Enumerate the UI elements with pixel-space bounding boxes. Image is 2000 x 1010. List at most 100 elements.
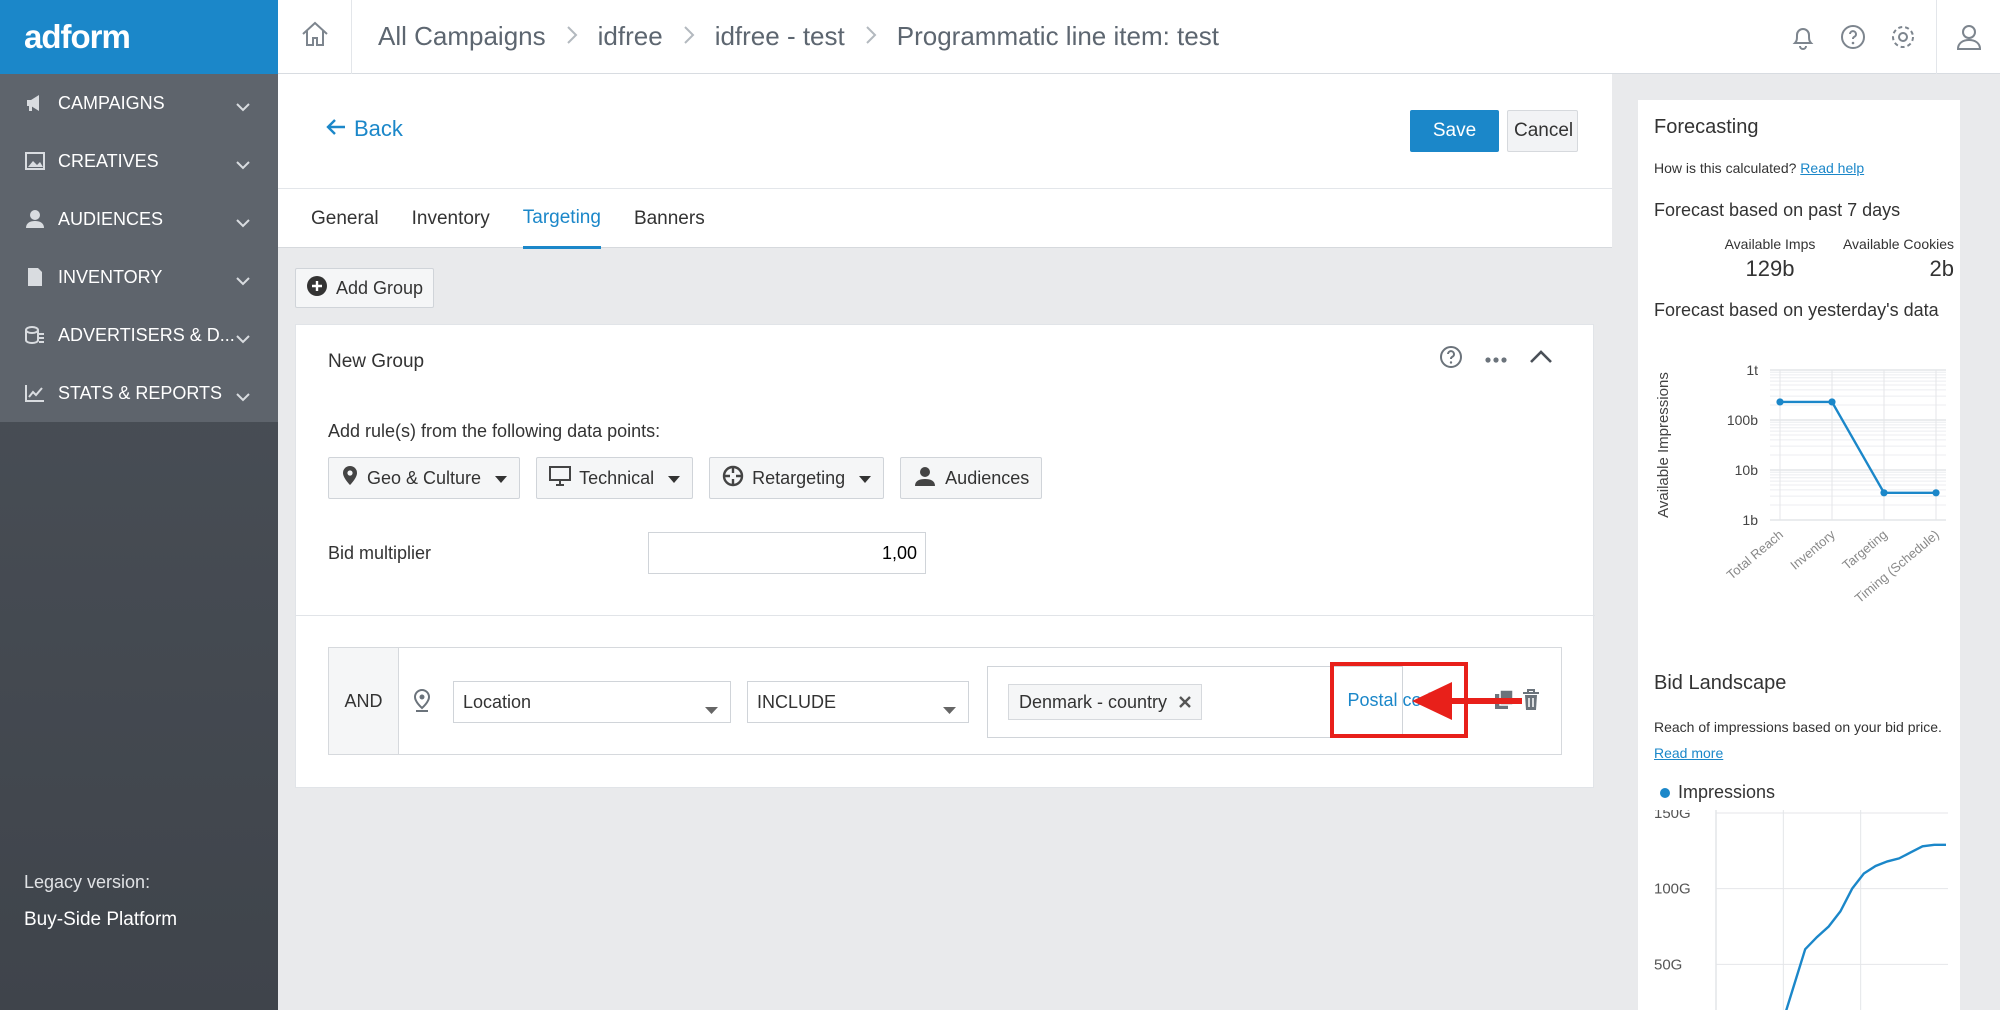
rule-field-value: Location [463,691,532,712]
read-help-link[interactable]: Read help [1800,160,1864,176]
data-point [1880,489,1888,497]
chevron-right-icon [683,21,695,52]
help-icon[interactable] [1439,345,1463,374]
tab-general[interactable]: General [311,189,379,249]
group-actions [1439,345,1553,374]
add-group-button[interactable]: Add Group [295,268,435,308]
rule-field-select[interactable]: Location [453,681,731,723]
tab-banners[interactable]: Banners [634,189,705,249]
gear-icon[interactable] [1878,0,1928,74]
caret-down-icon [705,699,718,720]
breadcrumb-advertiser[interactable]: idfree [598,21,663,52]
legend-dot [1660,787,1670,798]
sidebar-item-creatives[interactable]: CREATIVES [0,132,278,190]
rule-mode-value: INCLUDE [757,691,837,712]
arrow-left-icon [326,116,346,142]
bid-multiplier-input[interactable] [648,532,926,574]
document-icon [24,266,46,288]
rules-prompt: Add rule(s) from the following data poin… [328,421,661,441]
x-tick-label: Total Reach [1724,527,1786,583]
audiences-button[interactable]: Audiences [900,457,1043,499]
sidebar-nav: CAMPAIGNS CREATIVES AUDIENCES INVENTORY … [0,74,278,422]
help-icon[interactable] [1828,0,1878,74]
back-link[interactable]: Back [326,116,403,142]
bid-landscape-text: Reach of impressions based on your bid p… [1654,719,1942,735]
sidebar-item-campaigns[interactable]: CAMPAIGNS [0,74,278,132]
tab-inventory[interactable]: Inventory [412,189,490,249]
bid-landscape-title: Bid Landscape [1654,672,1787,694]
bid-landscape-desc: Reach of impressions based on your bid p… [1654,714,1954,766]
y-tick-label: 100b [1727,412,1758,428]
monitor-icon [549,465,572,491]
location-pin-icon [341,465,359,492]
breadcrumb-campaign[interactable]: idfree - test [715,21,845,52]
bid-landscape-chart: 50G 100G 150G [1654,810,1948,1010]
rule-mode-select[interactable]: INCLUDE [747,681,969,723]
sidebar-item-inventory[interactable]: INVENTORY [0,248,278,306]
sidebar-item-audiences[interactable]: AUDIENCES [0,190,278,248]
more-options-icon[interactable] [1485,351,1507,369]
cookies-value: 2b [1929,256,1954,281]
y-tick-label: 100G [1654,881,1691,898]
user-icon[interactable] [1936,0,2000,74]
targeting-group: New Group Add rule(s) from the following… [295,324,1595,788]
data-point-label: Audiences [945,467,1030,488]
chevron-down-icon [236,328,250,349]
crosshair-icon [722,465,744,492]
adform-logo[interactable]: adform [0,0,278,74]
sidebar-item-label: CAMPAIGNS [58,92,165,113]
divider [296,615,1595,616]
group-title: New Group [328,351,425,372]
data-point-label: Geo & Culture [367,467,482,488]
y-tick-label: 50G [1654,956,1682,973]
technical-dropdown[interactable]: Technical [536,457,694,499]
forecasting-how: How is this calculated? Read help [1654,160,1864,176]
data-point-label: Retargeting [752,467,846,488]
retargeting-dropdown[interactable]: Retargeting [709,457,885,499]
y-tick-label: 1b [1742,512,1758,528]
chevron-down-icon [236,270,250,291]
sidebar-item-stats-reports[interactable]: STATS & REPORTS [0,364,278,422]
home-button[interactable] [278,0,352,74]
imps-value: 129b [1745,256,1795,281]
forecasting-title: Forecasting [1654,116,1759,138]
sidebar-item-label: ADVERTISERS & D... [58,324,235,345]
read-more-link[interactable]: Read more [1654,745,1723,761]
geo-culture-dropdown[interactable]: Geo & Culture [328,457,521,499]
top-bar: All Campaigns idfree idfree - test Progr… [278,0,2000,74]
y-tick-label: 10b [1735,462,1759,478]
data-point [1828,398,1836,406]
bid-multiplier-label: Bid multiplier [328,543,432,563]
targeting-rule: AND Location INCLUDE Denmark - country P… [328,647,1562,755]
how-text: How is this calculated? [1654,160,1797,176]
forecast-yesterday-label: Forecast based on yesterday's data [1654,300,1939,320]
breadcrumb-all-campaigns[interactable]: All Campaigns [378,21,546,52]
sidebar-item-label: INVENTORY [58,266,163,287]
plus-circle-icon [306,275,328,302]
legacy-platform-link[interactable]: Buy-Side Platform [24,909,177,931]
series-line [1780,400,1936,494]
chevron-right-icon [865,21,877,52]
legacy-label: Legacy version: [24,872,151,892]
sidebar-item-label: STATS & REPORTS [58,382,223,403]
top-bar-icons [1778,0,2000,74]
annotation-arrow-icon [1412,682,1522,720]
sidebar-item-label: AUDIENCES [58,208,164,229]
editor-header: Back Save Cancel General Inventory Targe… [278,74,1612,249]
audience-icon [913,466,937,491]
breadcrumb: All Campaigns idfree idfree - test Progr… [378,21,1219,52]
data-point [1932,489,1940,497]
bell-icon[interactable] [1778,0,1828,74]
save-button[interactable]: Save [1410,110,1499,152]
tab-targeting[interactable]: Targeting [522,189,601,249]
sidebar-item-advertisers[interactable]: ADVERTISERS & D... [0,306,278,364]
cancel-button[interactable]: Cancel [1507,110,1578,152]
chevron-up-icon[interactable] [1529,350,1553,369]
add-group-label: Add Group [336,277,424,298]
cookies-label: Available Cookies [1842,236,1954,252]
close-icon[interactable] [1179,692,1191,713]
chevron-down-icon [236,154,250,175]
tag-label: Denmark - country [1019,691,1168,712]
y-tick-label: 1t [1746,362,1758,378]
selected-value-tag: Denmark - country [1008,684,1203,720]
